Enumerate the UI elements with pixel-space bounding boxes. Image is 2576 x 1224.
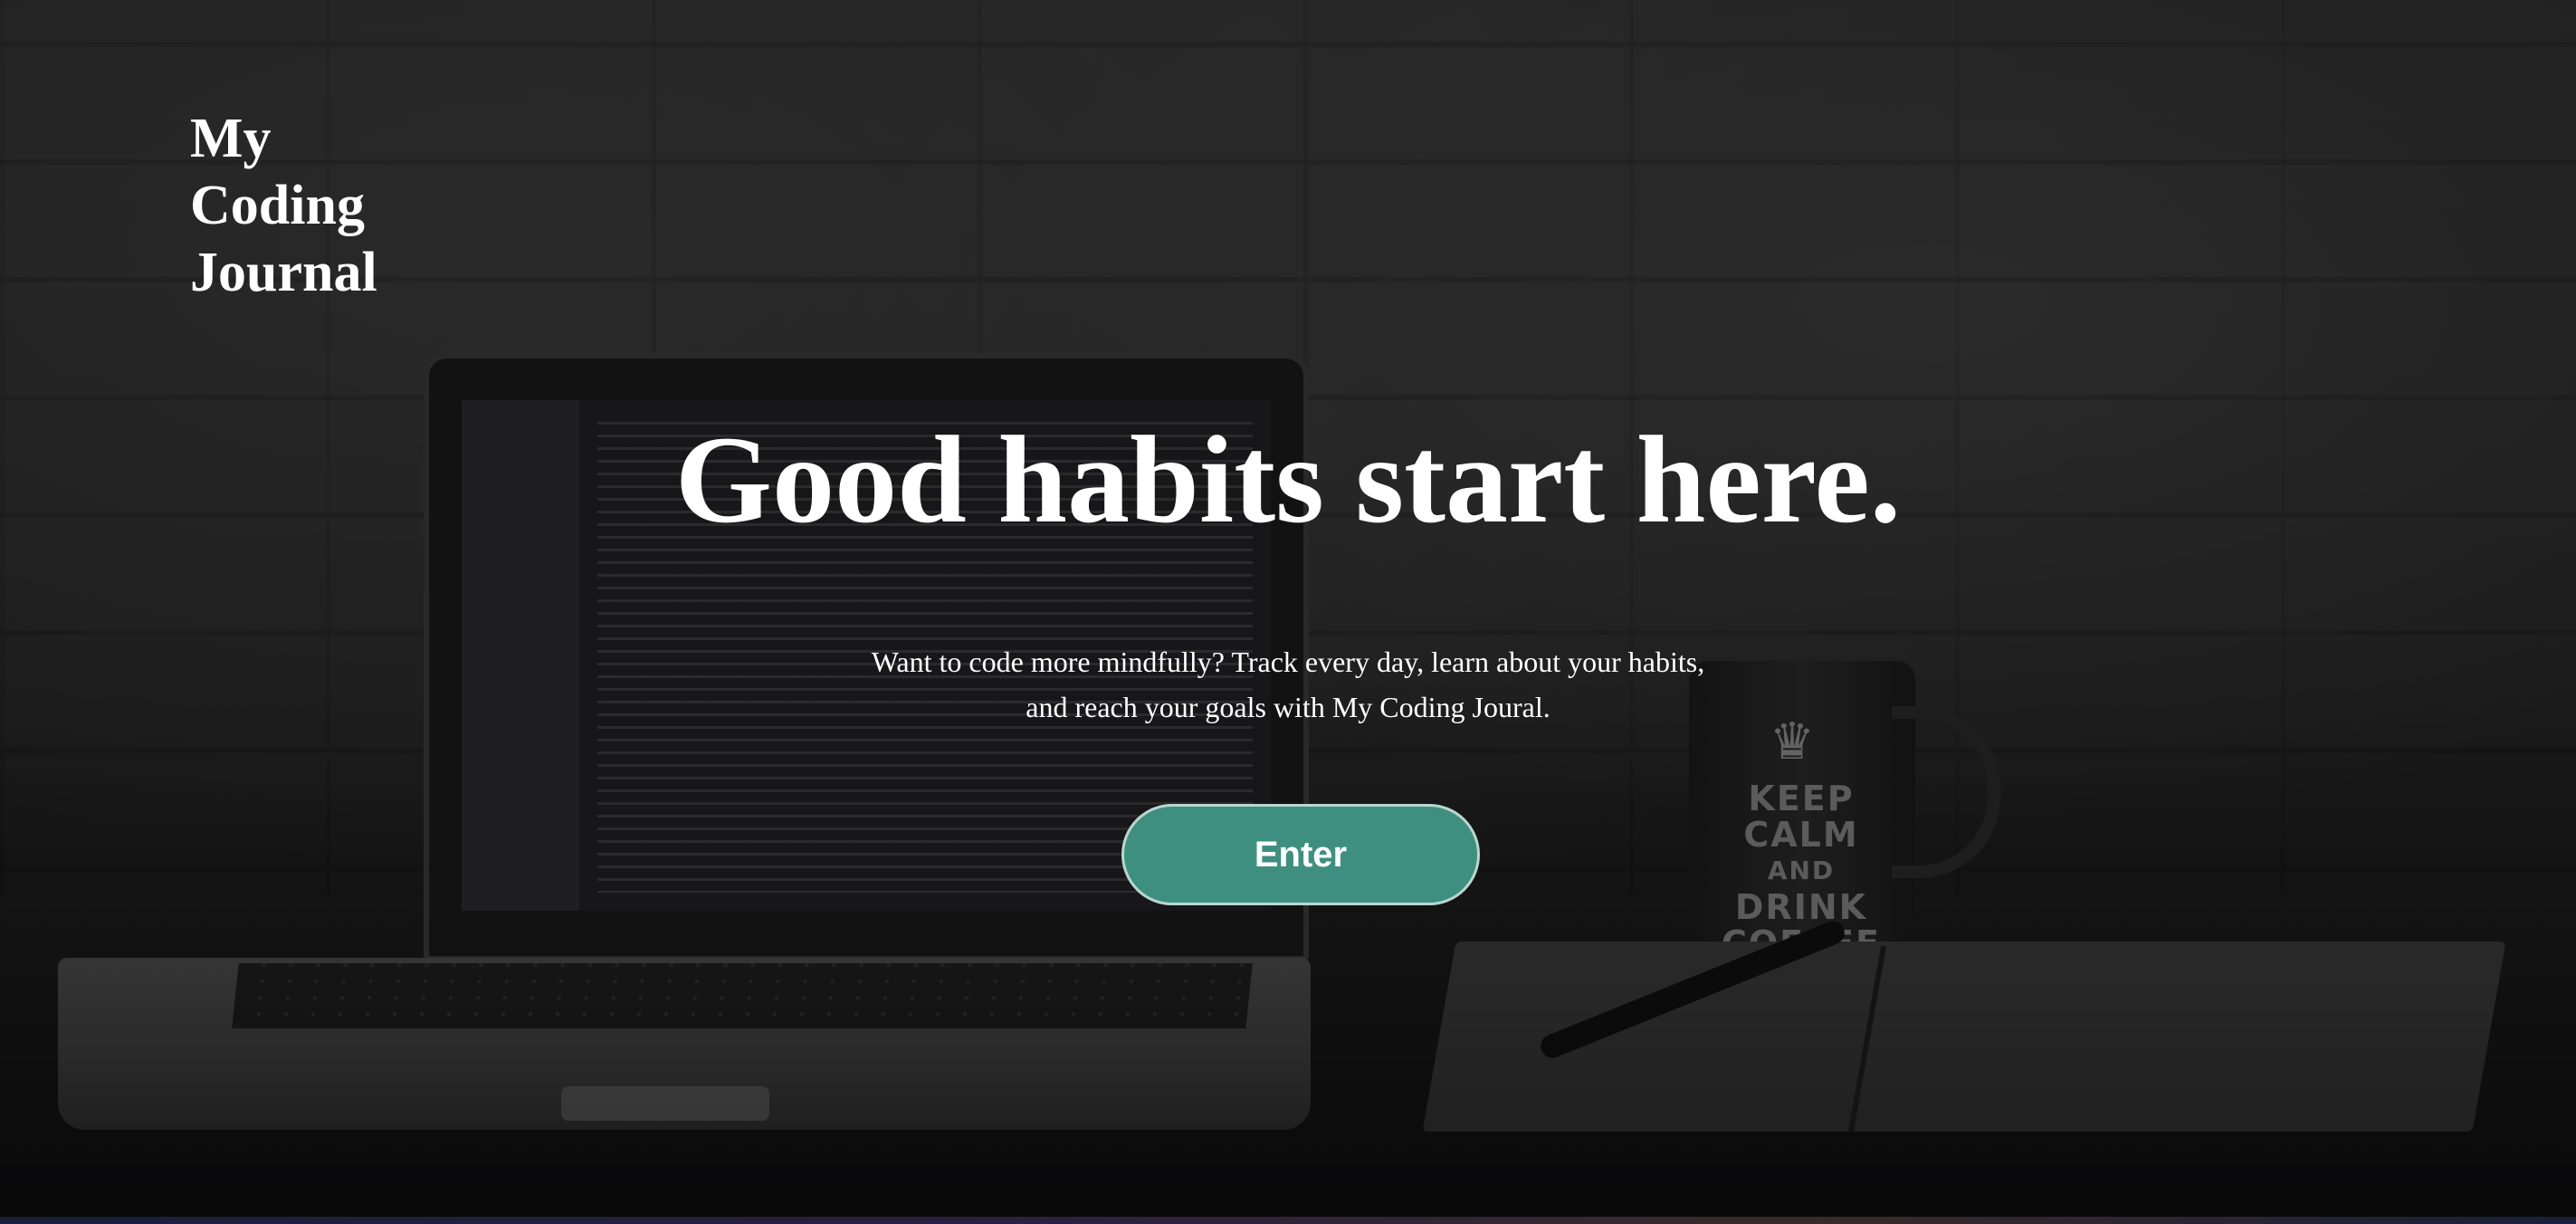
logo-line-my: My bbox=[190, 108, 272, 169]
hero-subtext-line-2: and reach your goals with My Coding Jour… bbox=[1026, 691, 1550, 723]
hero-subtext-line-1: Want to code more mindfully? Track every… bbox=[871, 645, 1705, 678]
enter-button[interactable]: Enter bbox=[1121, 804, 1480, 905]
hero-headline-text: Good habits start here. bbox=[674, 410, 1902, 549]
bottom-edge-strip bbox=[0, 1217, 2576, 1224]
site-logo[interactable]: My Coding Journal bbox=[190, 105, 462, 306]
hero-headline: Good habits start here. bbox=[0, 398, 2576, 561]
hero-section: ♛ KEEP CALM AND DRINK COFFEE My Coding J… bbox=[0, 0, 2576, 1224]
logo-line-journal: Journal bbox=[190, 242, 377, 303]
logo-line-coding: Coding bbox=[190, 175, 365, 236]
hero-subtext: Want to code more mindfully? Track every… bbox=[0, 639, 2576, 730]
